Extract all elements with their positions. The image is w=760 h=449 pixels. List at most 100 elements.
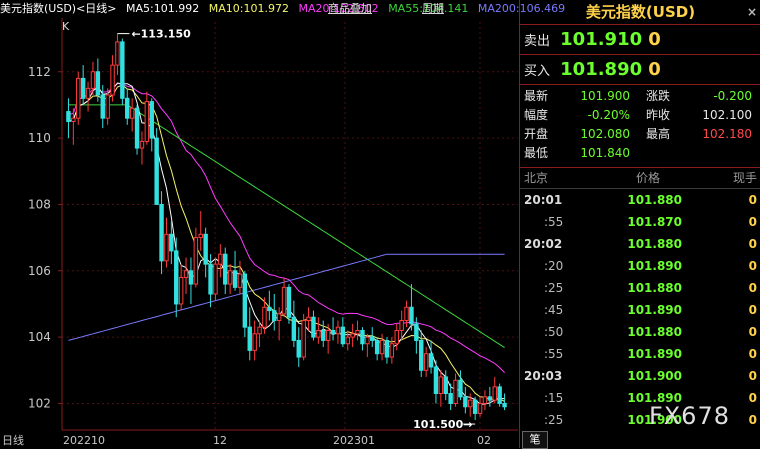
- stat-value: 101.840: [580, 146, 630, 160]
- candle-body: [502, 402, 507, 408]
- candlestick-chart-panel[interactable]: 美元指数(USD)<日线> MA5:101.992 MA10:101.972 M…: [0, 0, 565, 448]
- candle-body: [125, 97, 130, 119]
- tick-price: 101.870: [627, 215, 682, 229]
- tick-time: :25: [544, 413, 564, 427]
- candle-body: [419, 339, 424, 371]
- candle-body: [267, 306, 272, 312]
- tick-price: 101.890: [627, 347, 682, 361]
- candle-body: [169, 233, 174, 252]
- x-tick-label: 202301: [333, 434, 375, 447]
- candle-body: [76, 77, 81, 119]
- candle-body: [330, 329, 336, 335]
- sell-volume: 0: [648, 29, 661, 50]
- candle-body: [379, 339, 385, 355]
- stat-label: 幅度: [524, 108, 549, 122]
- tick-time: :50: [544, 325, 564, 339]
- quote-title-text: 美元指数(USD): [585, 3, 696, 21]
- y-tick-label: 110: [28, 131, 51, 145]
- candle-body: [340, 326, 346, 345]
- stat-value: -0.20%: [587, 108, 630, 122]
- high-marker-label: ←113.150: [131, 28, 191, 41]
- candle-body: [144, 101, 150, 142]
- candle-body: [95, 71, 101, 96]
- tick-price: 101.880: [627, 237, 682, 251]
- candle-body: [281, 286, 287, 315]
- tick-row: :25 101.880 0: [520, 277, 760, 299]
- candle-body: [472, 399, 478, 414]
- candle-body: [272, 310, 277, 322]
- candle-body: [149, 101, 154, 139]
- tick-row: 20:01 101.880 0: [520, 189, 760, 211]
- quote-title: 美元指数(USD) ×: [520, 0, 760, 25]
- tick-row: :50 101.880 0: [520, 321, 760, 343]
- candle-body: [276, 313, 282, 322]
- ma200-line: [68, 253, 505, 341]
- tick-time: :45: [544, 303, 564, 317]
- tick-volume: 0: [748, 347, 757, 361]
- candle-body: [242, 273, 248, 328]
- candle-body: [414, 323, 419, 341]
- sell-label: 卖出: [524, 34, 551, 49]
- tick-volume: 0: [748, 193, 757, 207]
- price-chart-svg: 112 110 108 106 104 102 日线 202210 12 202301 02 ←113…: [2, 18, 518, 447]
- tick-time: 20:02: [524, 237, 563, 251]
- stats-row: 最新 101.900 涨跌 -0.200: [520, 87, 760, 106]
- tick-volume: 0: [748, 259, 757, 273]
- stat-label: 最低: [524, 146, 549, 160]
- tick-row: :55 101.870 0: [520, 211, 760, 233]
- candle-body: [174, 250, 179, 305]
- tick-time: :55: [544, 347, 564, 361]
- candle-body: [208, 263, 213, 295]
- candle-body: [296, 339, 301, 358]
- candle-body: [428, 353, 434, 368]
- ma10-line: [68, 84, 505, 402]
- close-icon[interactable]: ×: [747, 0, 757, 24]
- tick-price: 101.880: [627, 325, 682, 339]
- y-tick-label: 112: [28, 65, 51, 79]
- candle-body: [115, 41, 120, 66]
- candle-body: [301, 320, 306, 358]
- candle-body: [193, 237, 199, 285]
- tick-time: :20: [544, 259, 564, 273]
- candle-body: [311, 316, 316, 338]
- candle-body: [247, 326, 252, 351]
- tick-row: 20:03 101.900 0: [520, 365, 760, 387]
- buy-label: 买入: [524, 64, 551, 79]
- candle-body: [71, 117, 76, 123]
- ticks-list[interactable]: 20:01 101.880 0:55 101.870 0 20:02 101.880 0:20…: [520, 189, 760, 431]
- candle-body: [468, 399, 473, 408]
- tick-time: :25: [544, 281, 564, 295]
- stats-row: 开盘 102.080 最高 102.180: [520, 125, 760, 144]
- candle-body: [252, 333, 257, 351]
- candle-body: [178, 276, 184, 305]
- candle-body: [350, 333, 355, 338]
- candle-body: [477, 402, 483, 414]
- candle-body: [227, 270, 233, 285]
- tick-time: 20:01: [524, 193, 563, 207]
- tick-volume: 0: [748, 413, 757, 427]
- candle-body: [262, 306, 267, 328]
- tick-volume: 0: [748, 369, 757, 383]
- x-tick-label: 02: [477, 434, 491, 447]
- candle-body: [237, 273, 243, 288]
- candle-body: [325, 329, 331, 341]
- candle-body: [453, 379, 458, 404]
- stat-label: 昨收: [646, 108, 671, 122]
- tick-price: 101.890: [627, 259, 682, 273]
- candle-body: [198, 233, 203, 239]
- stat-value: 101.900: [580, 89, 630, 103]
- quote-panel: 美元指数(USD) × 卖出 101.910 0 买入 101.890 0 最新…: [519, 0, 760, 448]
- candle-body: [85, 87, 91, 99]
- tick-volume: 0: [748, 215, 757, 229]
- candle-body: [492, 386, 497, 401]
- candle-body: [384, 339, 390, 358]
- tab-trades[interactable]: 笔: [522, 431, 548, 449]
- candle-body: [159, 203, 164, 262]
- candle-body: [66, 111, 71, 123]
- candle-body: [129, 107, 135, 119]
- candle-body: [389, 343, 395, 358]
- candle-body: [257, 326, 262, 335]
- ma5-line: [68, 82, 505, 405]
- candle-body: [139, 140, 145, 149]
- fx678-watermark: FX678: [648, 402, 730, 430]
